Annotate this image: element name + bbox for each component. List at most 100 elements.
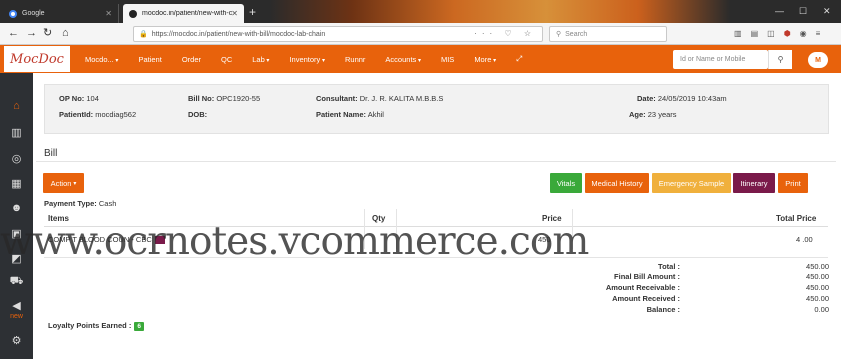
- new-badge: new: [10, 313, 23, 320]
- col-total: Total Price: [776, 214, 817, 223]
- loyalty-points: Loyalty Points Earned :6: [48, 321, 144, 331]
- tab-title: Google: [22, 10, 45, 17]
- cart-icon[interactable]: ⛟: [0, 271, 33, 293]
- op-no-value: 104: [86, 94, 99, 103]
- browser-theme-art: [270, 0, 730, 23]
- patient-name-value: Akhil: [367, 110, 384, 119]
- patient-id-value: mocdiag562: [95, 110, 137, 119]
- age: Age: 23 years: [629, 110, 677, 119]
- target-icon[interactable]: ◎: [0, 147, 33, 169]
- menu-inventory[interactable]: Inventory: [289, 55, 325, 64]
- tab-title: mocdoc.in/patient/new-with-c: [142, 10, 232, 17]
- balance-label: Balance :: [646, 305, 680, 314]
- close-tab-icon[interactable]: ✕: [231, 9, 238, 18]
- home-browser-icon[interactable]: ⌂: [62, 27, 69, 40]
- library-icon[interactable]: ▥: [734, 29, 742, 38]
- age-value: 23 years: [647, 110, 677, 119]
- balance-value: 0.00: [814, 305, 829, 314]
- patient-search-input[interactable]: Id or Name or Mobile: [673, 50, 768, 69]
- dob: DOB:: [188, 110, 207, 119]
- patient-id-label: PatientId:: [59, 110, 94, 119]
- close-tab-icon[interactable]: ✕: [105, 9, 112, 18]
- menu-runnr[interactable]: Runnr: [345, 55, 365, 64]
- minimize-icon[interactable]: —: [775, 6, 784, 16]
- col-qty: Qty: [372, 214, 386, 223]
- menu-patient[interactable]: Patient: [138, 55, 161, 64]
- browser-search-input[interactable]: ⚲ Search: [549, 26, 667, 42]
- users-icon[interactable]: ☻: [0, 197, 33, 219]
- vitals-button[interactable]: Vitals: [550, 173, 582, 193]
- picture-icon[interactable]: ▣: [0, 222, 33, 244]
- bill-date: Date: 24/05/2019 10:43am: [637, 94, 727, 103]
- browser-tab-strip: Google ✕ mocdoc.in/patient/new-with-c ✕ …: [0, 0, 841, 23]
- avatar[interactable]: M: [808, 52, 828, 68]
- menu-more[interactable]: More: [474, 55, 496, 64]
- browser-search-placeholder: Search: [565, 30, 588, 38]
- print-button[interactable]: Print: [778, 173, 808, 193]
- itinerary-button[interactable]: Itinerary: [733, 173, 775, 193]
- menu-accounts[interactable]: Accounts: [385, 55, 421, 64]
- gear-icon[interactable]: ⚙: [0, 329, 33, 351]
- image-icon[interactable]: ◩: [0, 247, 33, 269]
- row-item-name: COMP T BLOOD COUN - CBC: [48, 235, 152, 244]
- bar-chart-icon[interactable]: ▥: [0, 121, 33, 143]
- window-close-icon[interactable]: ✕: [823, 6, 831, 17]
- loyalty-badge: 6: [134, 322, 144, 331]
- sidebar: ⌂ ▥ ◎ ▦ ☻ ▣ ◩ ⛟ ◀ new ⚙: [0, 73, 33, 359]
- browser-tab-mocdoc[interactable]: mocdoc.in/patient/new-with-c ✕: [123, 4, 244, 23]
- menu-order[interactable]: Order: [182, 55, 201, 64]
- consultant-value: Dr. J. R. KALITA M.B.B.S: [359, 94, 444, 103]
- payment-type-label: Payment Type:: [44, 199, 97, 208]
- new-tab-button[interactable]: +: [249, 6, 256, 18]
- bill-table-header: Items Qty Price Total Price: [44, 209, 828, 227]
- google-favicon-icon: [9, 9, 17, 18]
- hamburger-menu-icon[interactable]: ≡: [816, 29, 821, 38]
- sidebar-toggle-icon[interactable]: ▤: [751, 29, 759, 38]
- total-label: Total :: [658, 262, 680, 271]
- maximize-icon[interactable]: ☐: [799, 6, 807, 17]
- extension-icon[interactable]: ◫: [767, 29, 775, 38]
- bill-no-value: OPC1920-55: [216, 94, 261, 103]
- url-bar[interactable]: 🔒 https://mocdoc.in/patient/new-with-bil…: [133, 26, 543, 42]
- toolbar-icons: ▥ ▤ ◫ ⬢ ◉ ≡: [734, 29, 820, 38]
- divider: [36, 161, 836, 162]
- bill-no-label: Bill No:: [188, 94, 215, 103]
- menu-lab[interactable]: Lab: [252, 55, 269, 64]
- patient-name-label: Patient Name:: [316, 110, 367, 119]
- patient-id: PatientId: mocdiag562: [59, 110, 136, 119]
- menu-qc[interactable]: QC: [221, 55, 232, 64]
- calendar-icon[interactable]: ▦: [0, 172, 33, 194]
- ublock-icon[interactable]: ⬢: [784, 29, 791, 38]
- browser-tab-google[interactable]: Google ✕: [3, 4, 119, 23]
- forward-icon[interactable]: →: [26, 27, 37, 40]
- emergency-sample-button[interactable]: Emergency Sample: [652, 173, 731, 193]
- mocdoc-logo[interactable]: MocDoc: [4, 46, 70, 72]
- age-label: Age:: [629, 110, 646, 119]
- row-total: 4 .00: [796, 235, 813, 244]
- menu-mocdoc[interactable]: Mocdo...: [85, 55, 118, 64]
- bill-no: Bill No: OPC1920-55: [188, 94, 260, 103]
- amount-received-value: 450.00: [806, 294, 829, 303]
- main-menu: Mocdo... Patient Order QC Lab Inventory …: [85, 45, 542, 73]
- home-icon[interactable]: ⌂: [0, 95, 33, 117]
- row-price[interactable]: 450: [538, 235, 551, 244]
- search-icon[interactable]: ⚲: [768, 50, 792, 69]
- url-text: https://mocdoc.in/patient/new-with-bill/…: [151, 30, 326, 38]
- reload-icon[interactable]: ↻: [43, 27, 52, 40]
- action-dropdown-button[interactable]: Action: [43, 173, 84, 193]
- shield-icon[interactable]: ◉: [800, 29, 807, 38]
- medical-history-button[interactable]: Medical History: [585, 173, 649, 193]
- url-actions-icon[interactable]: ··· ♡ ☆: [474, 29, 536, 38]
- col-items: Items: [48, 214, 69, 223]
- search-icon: ⚲: [556, 31, 562, 38]
- fullscreen-icon[interactable]: ⤢: [516, 54, 522, 64]
- total-value: 450.00: [806, 262, 829, 271]
- item-tag-icon[interactable]: [154, 236, 165, 245]
- amount-received-label: Amount Received :: [612, 294, 680, 303]
- menu-mis[interactable]: MIS: [441, 55, 454, 64]
- patient-info-panel: OP No: 104 Bill No: OPC1920-55 Consultan…: [44, 84, 829, 134]
- row-item: COMP T BLOOD COUN - CBC: [48, 235, 165, 245]
- lock-icon: 🔒: [139, 31, 148, 38]
- back-icon[interactable]: ←: [8, 27, 19, 40]
- final-amount-value: 450.00: [806, 272, 829, 281]
